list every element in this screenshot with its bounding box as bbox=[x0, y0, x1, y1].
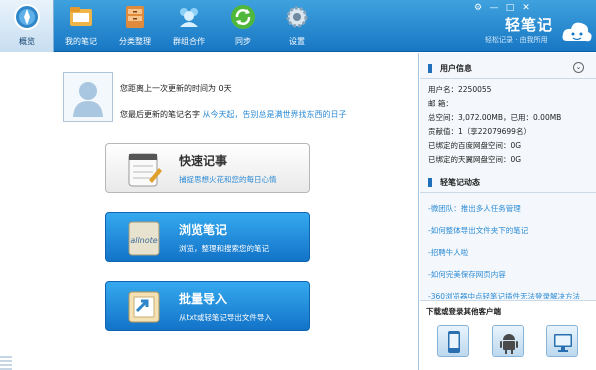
cloud-logo-icon bbox=[562, 22, 592, 42]
user-info-line: 已绑定的百度网盘空间：0G bbox=[428, 141, 522, 150]
nav-my-notes[interactable]: 我的笔记 bbox=[54, 0, 108, 52]
news-title: 轻笔记动态 bbox=[440, 178, 480, 187]
bullet-icon bbox=[428, 178, 432, 187]
card-title: 浏览笔记 bbox=[179, 223, 228, 237]
nav-overview[interactable]: 概览 bbox=[0, 0, 54, 52]
resize-grip[interactable] bbox=[0, 354, 12, 370]
android-icon bbox=[500, 334, 518, 354]
batch-import-button[interactable]: 批量导入 从txt或轻笔记导出文件导入 bbox=[105, 281, 310, 331]
iphone-client-button[interactable] bbox=[437, 325, 469, 357]
notepad-icon bbox=[128, 153, 162, 187]
user-info-line: 已绑定的天翼网盘空间：0G bbox=[428, 155, 522, 164]
nav-label: 我的笔记 bbox=[65, 37, 97, 46]
last-note-label: 您最后更新的笔记名字 bbox=[120, 110, 200, 119]
compass-icon bbox=[14, 4, 40, 30]
bullet-icon bbox=[428, 64, 432, 73]
news-link[interactable]: -招聘牛人啦 bbox=[428, 247, 468, 258]
allnote-icon: allnote bbox=[128, 221, 160, 256]
news-link[interactable]: -如何整体导出文件夹下的笔记 bbox=[428, 225, 528, 236]
user-info-title: 用户信息 bbox=[440, 64, 472, 73]
last-update-text: 您距离上一次更新的时间为 0天 bbox=[120, 84, 232, 93]
nav-sync[interactable]: 同步 bbox=[216, 0, 270, 52]
user-info-line: 总空间：3,072.00MB，已用：0.00MB bbox=[428, 113, 562, 122]
user-info-header: 用户信息 ⌄ bbox=[420, 57, 596, 79]
desktop-monitor-icon bbox=[554, 334, 572, 352]
import-arrow-icon bbox=[128, 291, 160, 323]
overview-panel: 您距离上一次更新的时间为 0天 您最后更新的笔记名字 从今天起，告别总是满世界找… bbox=[0, 53, 419, 370]
last-note-info: 您最后更新的笔记名字 从今天起，告别总是满世界找东西的日子 bbox=[120, 109, 347, 120]
right-sidebar: 用户信息 ⌄ 用户名：2250055 邮 箱： 总空间：3,072.00MB，已… bbox=[420, 53, 596, 370]
user-avatar-icon bbox=[73, 82, 103, 117]
user-info-line: 用户名：2250055 bbox=[428, 85, 492, 94]
card-subtitle: 捕捉思想火花和您的每日心情 bbox=[179, 175, 277, 184]
card-title: 快速记事 bbox=[179, 154, 228, 168]
last-note-link[interactable]: 从今天起，告别总是满世界找东西的日子 bbox=[203, 110, 347, 119]
card-subtitle: 浏览，整理和搜索您的笔记 bbox=[179, 244, 269, 253]
maximize-button[interactable]: □ bbox=[505, 3, 515, 13]
top-toolbar: 概览 我的笔记 分类整理 群组合作 同步 设置 ⚙ — □ ✕ 轻笔记 轻松记录… bbox=[0, 0, 596, 52]
nav-categorize[interactable]: 分类整理 bbox=[108, 0, 162, 52]
user-info-line: 贡献值：1（享22079699名） bbox=[428, 127, 531, 136]
drawer-icon bbox=[126, 6, 144, 28]
minimize-button[interactable]: — bbox=[489, 3, 499, 13]
news-link[interactable]: -360浏览器中点轻笔记插件无法登录解决方法 bbox=[428, 291, 580, 299]
nav-label: 分类整理 bbox=[119, 37, 151, 46]
desktop-client-button[interactable] bbox=[546, 325, 578, 357]
news-header: 轻笔记动态 bbox=[420, 171, 596, 193]
android-client-button[interactable] bbox=[492, 325, 524, 357]
nav-label: 同步 bbox=[235, 37, 251, 46]
svg-text:allnote: allnote bbox=[130, 236, 157, 245]
quick-note-button[interactable]: 快速记事 捕捉思想火花和您的每日心情 bbox=[105, 143, 310, 193]
browse-notes-button[interactable]: allnote 浏览笔记 浏览，整理和搜索您的笔记 bbox=[105, 212, 310, 262]
news-link[interactable]: -如何完美保存网页内容 bbox=[428, 269, 506, 280]
collapse-toggle-icon[interactable]: ⌄ bbox=[573, 62, 584, 73]
main-nav: 概览 我的笔记 分类整理 群组合作 同步 设置 bbox=[0, 0, 324, 52]
card-title: 批量导入 bbox=[179, 292, 228, 306]
nav-label: 概览 bbox=[19, 37, 35, 46]
iphone-icon bbox=[448, 331, 460, 353]
window-controls: ⚙ — □ ✕ bbox=[473, 3, 531, 13]
avatar[interactable] bbox=[63, 72, 113, 122]
brand-subtitle: 轻松记录 · 由我所用 bbox=[485, 36, 548, 44]
nav-group[interactable]: 群组合作 bbox=[162, 0, 216, 52]
news-link[interactable]: -微团队：推出多人任务管理 bbox=[428, 203, 521, 214]
settings-menu-icon[interactable]: ⚙ bbox=[473, 3, 483, 13]
nav-label: 设置 bbox=[289, 37, 305, 46]
nav-settings[interactable]: 设置 bbox=[270, 0, 324, 52]
app-window: 概览 我的笔记 分类整理 群组合作 同步 设置 ⚙ — □ ✕ 轻笔记 轻松记录… bbox=[0, 0, 596, 370]
brand-title: 轻笔记 bbox=[505, 16, 554, 34]
nav-label: 群组合作 bbox=[173, 37, 205, 46]
user-info-line: 邮 箱： bbox=[428, 99, 453, 108]
gear-icon bbox=[286, 6, 308, 28]
card-subtitle: 从txt或轻笔记导出文件导入 bbox=[179, 313, 272, 322]
group-users-icon bbox=[180, 8, 198, 27]
close-button[interactable]: ✕ bbox=[521, 3, 531, 13]
sync-icon bbox=[231, 5, 255, 29]
download-title: 下载或登录其他客户端 bbox=[426, 307, 501, 316]
folder-icon bbox=[70, 7, 92, 26]
